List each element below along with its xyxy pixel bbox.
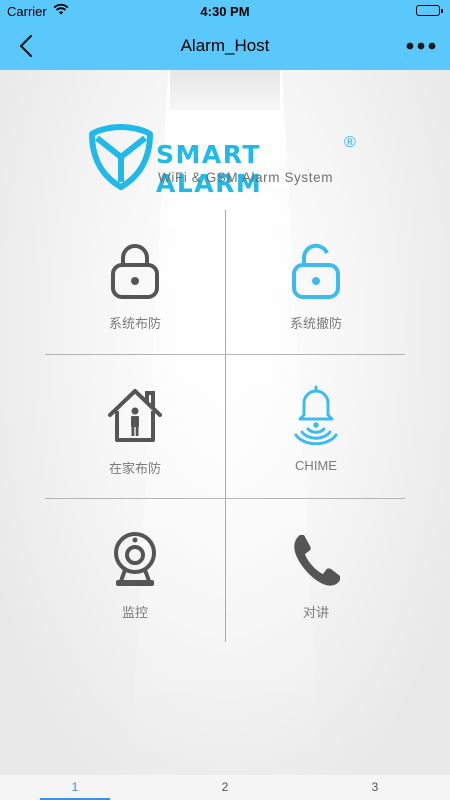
- bell-wave-icon: [294, 385, 338, 445]
- home-person-icon: [108, 389, 162, 442]
- intercom-button[interactable]: 对讲: [226, 499, 406, 642]
- ceiling-lamp: [170, 70, 280, 110]
- more-horizontal-icon: [406, 42, 436, 50]
- webcam-icon: [114, 532, 156, 586]
- shield-logo-icon: [89, 124, 153, 190]
- arm-system-label: 系统布防: [108, 316, 161, 331]
- chime-button[interactable]: CHIME: [226, 355, 406, 498]
- status-bar: Carrier 4:30 PM: [0, 0, 450, 22]
- logo-tagline: WiFi & GSM Alarm System: [158, 170, 334, 185]
- tab-page-3[interactable]: 3: [300, 780, 450, 794]
- main-panel: SMART ALARM ® WiFi & GSM Alarm System 系统…: [0, 70, 450, 775]
- intercom-label: 对讲: [302, 605, 329, 620]
- lock-open-icon: [292, 243, 340, 299]
- tab-page-2[interactable]: 2: [150, 780, 300, 794]
- registered-mark: ®: [344, 134, 356, 151]
- chime-label: CHIME: [295, 458, 337, 473]
- phone-icon: [294, 535, 340, 586]
- status-time: 4:30 PM: [200, 4, 250, 19]
- nav-bar: Alarm_Host: [0, 22, 450, 70]
- home-arm-label: 在家布防: [108, 461, 161, 476]
- tab-page-1[interactable]: 1: [0, 780, 150, 794]
- lock-closed-icon: [111, 244, 159, 299]
- disarm-system-button[interactable]: 系统撤防: [226, 210, 406, 353]
- arm-system-button[interactable]: 系统布防: [45, 210, 225, 353]
- disarm-system-label: 系统撤防: [289, 316, 342, 331]
- monitor-button[interactable]: 监控: [45, 499, 225, 642]
- page-title: Alarm_Host: [180, 36, 270, 55]
- page-tabs: 1 2 3: [0, 775, 450, 800]
- logo-brand-text: SMART ALARM: [156, 140, 263, 198]
- smart-alarm-logo: SMART ALARM ® WiFi & GSM Alarm System: [88, 122, 368, 198]
- more-button[interactable]: [404, 32, 438, 60]
- monitor-label: 监控: [121, 605, 148, 620]
- battery-icon: [416, 5, 443, 16]
- home-arm-button[interactable]: 在家布防: [45, 355, 225, 498]
